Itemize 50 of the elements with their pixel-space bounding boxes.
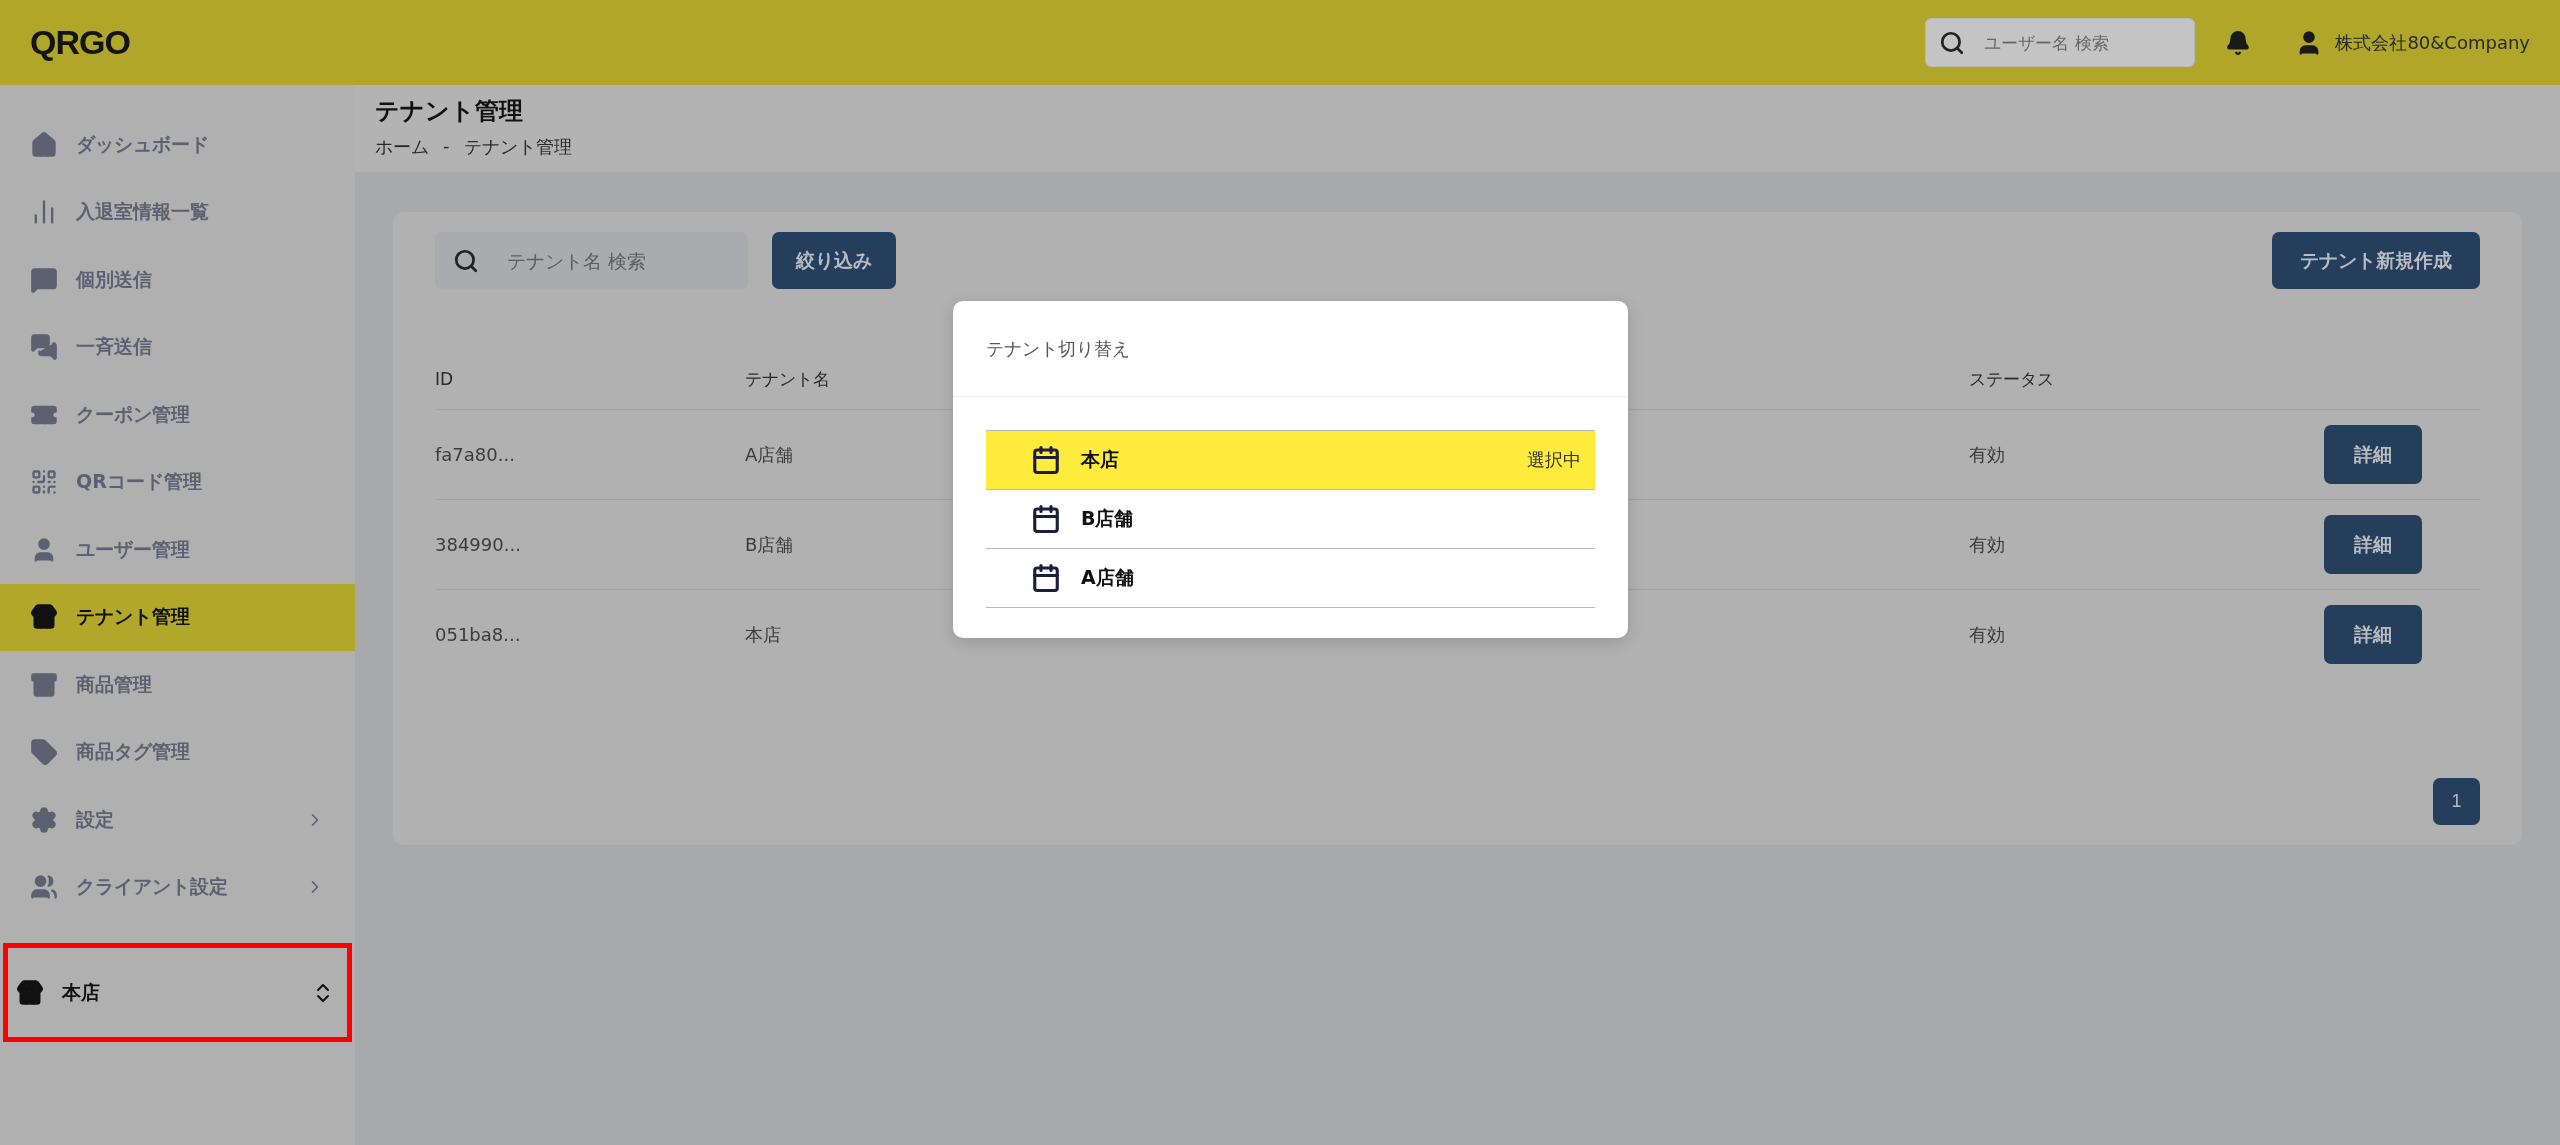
account-name[interactable]: 株式会社80&Company — [2335, 30, 2530, 55]
breadcrumb-item: テナント管理 — [463, 135, 572, 159]
notification-icon[interactable] — [2225, 29, 2252, 56]
tenant-search-field[interactable]: テナント名 検索 — [435, 232, 748, 289]
sidebar-item[interactable]: 商品管理 — [0, 651, 355, 719]
calendar-icon — [1031, 504, 1061, 534]
filter-button[interactable]: 絞り込み — [772, 232, 896, 289]
tag-icon — [30, 738, 58, 767]
tenant-option[interactable]: A店舗 — [986, 549, 1595, 608]
home-icon — [30, 130, 58, 159]
sidebar-item[interactable]: ダッシュボード — [0, 111, 355, 179]
table-cell-text: 051ba8... — [435, 623, 522, 647]
sidebar-item[interactable]: クーポン管理 — [0, 381, 355, 449]
qr-code-icon — [30, 468, 58, 497]
table-cell-text: 有効 — [1969, 622, 2006, 647]
sidebar-item[interactable]: 一斉送信 — [0, 313, 355, 381]
search-icon — [453, 247, 479, 274]
sidebar-item[interactable]: 商品タグ管理 — [0, 718, 355, 786]
user-search-field[interactable]: ユーザー名 検索 — [1925, 18, 2196, 67]
detail-button[interactable]: 詳細 — [2324, 515, 2422, 574]
tenant-switcher[interactable]: 本店 — [3, 943, 352, 1042]
sidebar-item[interactable]: クライアント設定 — [0, 853, 355, 921]
table-cell: 384990... — [435, 500, 745, 590]
users-icon — [30, 873, 58, 902]
create-tenant-button[interactable]: テナント新規作成 — [2272, 232, 2480, 289]
sidebar-item[interactable]: テナント管理 — [0, 583, 355, 651]
sidebar-item[interactable]: QRコード管理 — [0, 448, 355, 516]
breadcrumb-item: - — [443, 135, 450, 158]
speech-bubbles-icon — [30, 333, 58, 362]
page-button[interactable]: 1 — [2433, 778, 2480, 825]
sidebar-item[interactable]: 入退室情報一覧 — [0, 178, 355, 246]
sidebar-item[interactable]: 個別送信 — [0, 246, 355, 314]
calendar-icon — [1031, 563, 1061, 593]
table-cell: fa7a80... — [435, 410, 745, 500]
detail-button[interactable]: 詳細 — [2324, 605, 2422, 664]
logo[interactable]: QRGO — [30, 23, 130, 62]
page-title: テナント管理 — [375, 96, 524, 127]
column-header: ステータス — [1969, 349, 2324, 410]
breadcrumb-item[interactable]: ホーム — [375, 135, 429, 159]
calendar-icon — [1031, 445, 1061, 475]
tenant-option[interactable]: 本店 選択中 — [986, 431, 1595, 490]
archive-icon — [30, 670, 58, 699]
tenant-option[interactable]: B店舗 — [986, 490, 1595, 549]
table-cell-text: 本店 — [745, 622, 782, 647]
search-icon — [1939, 29, 1966, 56]
sidebar-item[interactable]: 設定 — [0, 786, 355, 854]
speech-bubble-icon — [30, 265, 58, 294]
sidebar-item[interactable]: ユーザー管理 — [0, 516, 355, 584]
detail-button[interactable]: 詳細 — [2324, 425, 2422, 484]
column-header: ID — [435, 349, 745, 410]
